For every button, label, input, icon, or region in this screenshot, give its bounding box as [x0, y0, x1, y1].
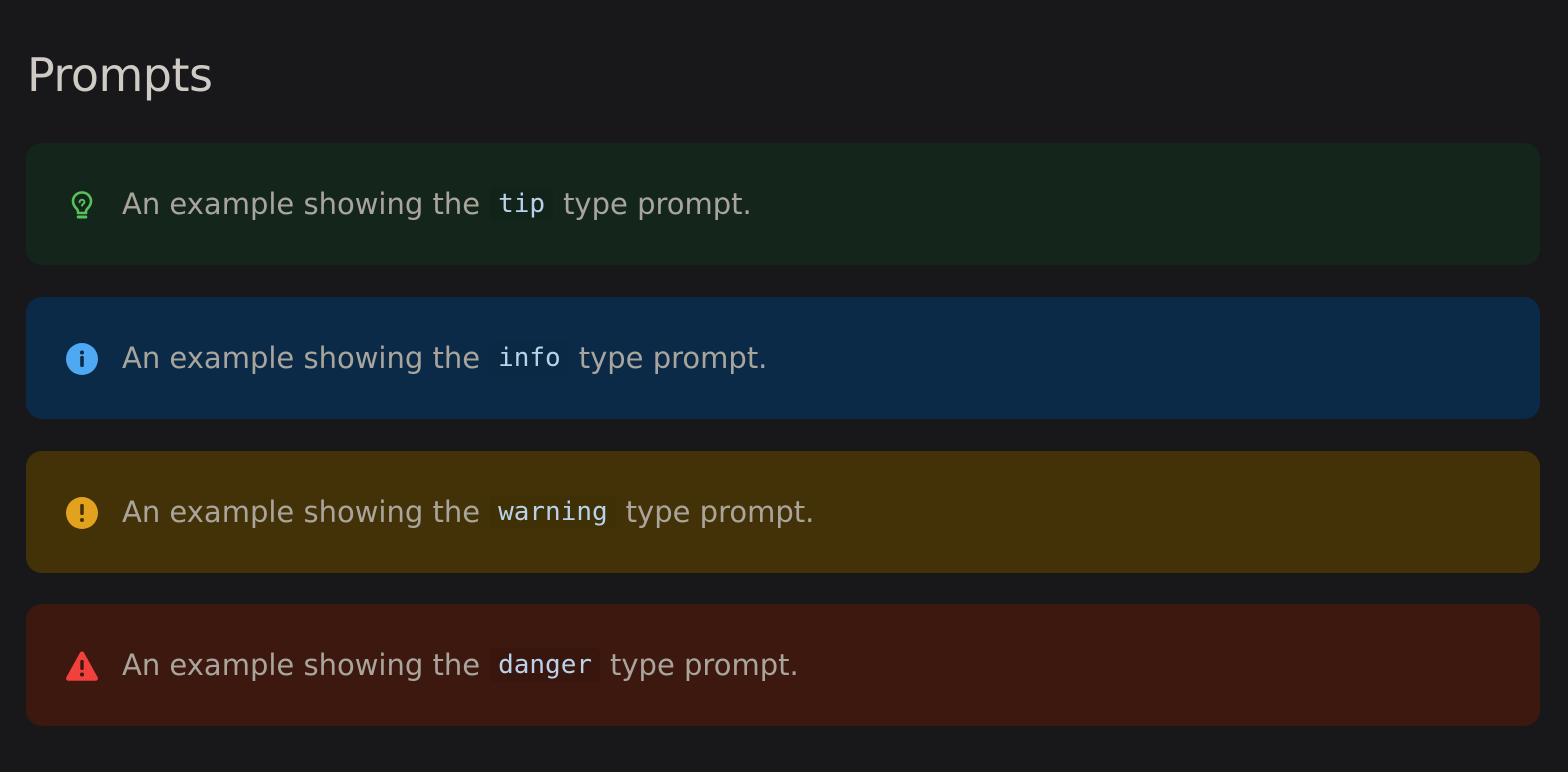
- prompt-text-before: An example showing the: [122, 187, 481, 221]
- page: Prompts An example showing the tip type …: [0, 0, 1568, 772]
- prompt-code-type: tip: [490, 187, 554, 221]
- info-circle-icon: [65, 342, 99, 376]
- exclamation-circle-icon: [65, 496, 99, 530]
- prompt-code-type: info: [490, 341, 569, 375]
- tip-prompt: An example showing the tip type prompt.: [26, 143, 1540, 265]
- prompt-text-before: An example showing the: [122, 341, 481, 375]
- prompt-text-before: An example showing the: [122, 495, 481, 529]
- prompt-text: An example showing the tip type prompt.: [122, 143, 752, 265]
- prompt-text: An example showing the warning type prom…: [122, 451, 814, 573]
- prompt-text-before: An example showing the: [122, 648, 481, 682]
- prompt-text-after: type prompt.: [610, 648, 799, 682]
- warning-triangle-icon: [65, 649, 99, 683]
- prompt-text-after: type prompt.: [578, 341, 768, 375]
- prompt-text: An example showing the info type prompt.: [122, 297, 767, 419]
- warning-prompt: An example showing the warning type prom…: [26, 451, 1540, 573]
- info-prompt: An example showing the info type prompt.: [26, 297, 1540, 419]
- page-title: Prompts: [27, 48, 213, 102]
- prompt-code-type: danger: [490, 648, 601, 682]
- prompt-text: An example showing the danger type promp…: [122, 604, 799, 726]
- prompt-code-type: warning: [490, 495, 616, 529]
- prompt-text-after: type prompt.: [563, 187, 752, 221]
- danger-prompt: An example showing the danger type promp…: [26, 604, 1540, 726]
- lightbulb-icon: [65, 188, 99, 222]
- prompt-text-after: type prompt.: [625, 495, 815, 529]
